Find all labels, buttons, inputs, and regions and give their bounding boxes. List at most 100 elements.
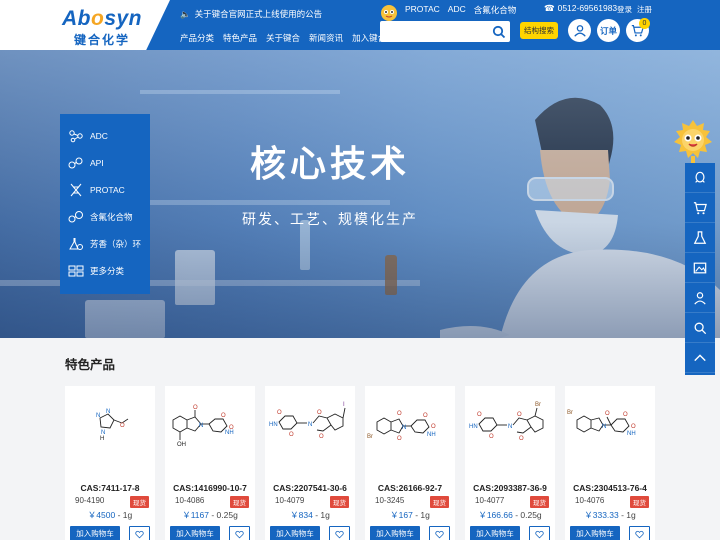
side-cart-button[interactable] — [685, 193, 715, 223]
svg-text:N: N — [106, 409, 110, 415]
favorite-button[interactable] — [429, 526, 450, 540]
svg-text:N: N — [199, 423, 203, 429]
product-card[interactable]: HN O O N O O Br CAS:2093387-36-9 10-4077… — [465, 386, 555, 540]
product-price: ￥1167 - 0.25g — [182, 510, 238, 520]
chevron-up-icon — [694, 353, 706, 361]
user-network-icon — [573, 24, 586, 37]
add-to-cart-button[interactable]: 加入购物车 — [70, 526, 120, 540]
featured-section-title: 特色产品 — [65, 358, 116, 372]
favorite-button[interactable] — [129, 526, 150, 540]
product-price: ￥166.66 - 0.25g — [478, 510, 542, 520]
product-cas: CAS:26166-92-7 — [377, 483, 443, 493]
add-to-cart-button[interactable]: 加入购物车 — [470, 526, 520, 540]
favorite-button[interactable] — [629, 526, 650, 540]
product-card[interactable]: O N OH NH O O CAS:1416990-10-7 10-4086 现… — [165, 386, 255, 540]
logo-wordmark: Abosyn — [62, 7, 143, 30]
product-code: 90-4190 — [75, 496, 105, 505]
category-item-aromatic[interactable]: 芳香（杂）环 — [60, 230, 150, 257]
add-to-cart-button[interactable]: 加入购物车 — [370, 526, 420, 540]
structure-image: N N N H O — [96, 409, 129, 442]
cart-icon — [693, 201, 707, 214]
structure-image: Br N O O NH O — [567, 410, 636, 437]
announcement[interactable]: 🔈 关于键合官网正式上线使用的公告 — [180, 8, 322, 20]
product-cas: CAS:2207541-30-6 — [273, 483, 347, 493]
cart-count-badge: 0 — [639, 18, 650, 29]
product-card[interactable]: Br N O O NH O CAS:2304513-76-4 10-4076 现… — [565, 386, 655, 540]
svg-text:Br: Br — [367, 434, 373, 440]
side-user-button[interactable] — [685, 283, 715, 313]
product-card[interactable]: HN O O N O O I CAS:2207541-30-6 10-4079 … — [265, 386, 355, 540]
structure-image: HN O O N O O Br — [469, 402, 544, 442]
svg-text:O: O — [489, 434, 494, 440]
stock-badge: 现货 — [230, 496, 249, 508]
product-card[interactable]: N N N H O CAS:7411-17-8 90-4190 现货 ￥4500… — [65, 386, 155, 540]
quick-link-fluorine[interactable]: 含氟化合物 — [474, 4, 517, 16]
qq-icon — [695, 171, 705, 183]
add-to-cart-button[interactable]: 加入购物车 — [570, 526, 620, 540]
svg-text:NH: NH — [627, 431, 636, 437]
add-to-cart-button[interactable]: 加入购物车 — [170, 526, 220, 540]
svg-text:O: O — [289, 432, 294, 438]
favorite-button[interactable] — [229, 526, 250, 540]
product-cas: CAS:2304513-76-4 — [573, 483, 647, 493]
product-cas: CAS:7411-17-8 — [80, 483, 140, 493]
heart-icon — [535, 530, 544, 538]
side-flask-button[interactable] — [685, 223, 715, 253]
svg-text:O: O — [477, 412, 482, 418]
phone-icon: ☎ — [544, 3, 555, 13]
nav-item-about[interactable]: 关于键合 — [266, 32, 300, 44]
product-price: ￥834 - 1g — [290, 510, 330, 520]
nav-item-categories[interactable]: 产品分类 — [180, 32, 214, 44]
search-icon[interactable] — [492, 25, 506, 39]
nav-item-featured[interactable]: 特色产品 — [223, 32, 257, 44]
favorite-button[interactable] — [329, 526, 350, 540]
molecule-icon — [68, 210, 83, 222]
svg-text:I: I — [343, 402, 345, 408]
quick-links: PROTAC ADC 含氟化合物 — [405, 4, 516, 16]
site-header: Abosyn 键合化学 🔈 关于键合官网正式上线使用的公告 产品分类 特色产品 关… — [0, 0, 720, 50]
svg-text:O: O — [397, 411, 402, 417]
user-icon — [694, 291, 706, 305]
logo[interactable]: Abosyn 键合化学 — [0, 0, 170, 50]
add-to-cart-button[interactable]: 加入购物车 — [270, 526, 320, 540]
hero-subtitle: 研发、工艺、规模化生产 — [242, 211, 418, 227]
heart-icon — [335, 530, 344, 538]
register-link[interactable]: 注册 — [637, 4, 652, 15]
category-item-more[interactable]: 更多分类 — [60, 257, 150, 284]
svg-text:N: N — [508, 424, 512, 430]
category-menu: ADC API PROTAC 含氟化合物 芳香（杂）环 更多分类 — [60, 114, 150, 294]
svg-text:O: O — [631, 424, 636, 430]
structure-image: O N OH NH O O — [172, 405, 234, 448]
dna-icon — [70, 183, 82, 196]
svg-text:N: N — [402, 425, 406, 431]
auth-links: 登录 注册 — [617, 4, 652, 15]
side-search-button[interactable] — [685, 313, 715, 343]
svg-text:O: O — [120, 423, 125, 429]
user-center-button[interactable] — [568, 19, 591, 42]
logo-chinese-name: 键合化学 — [74, 33, 131, 47]
svg-text:N: N — [308, 422, 312, 428]
login-link[interactable]: 登录 — [617, 4, 632, 15]
product-card[interactable]: Br O O N O NH O CAS:26166-92-7 10-3245 现… — [365, 386, 455, 540]
quick-link-adc[interactable]: ADC — [448, 4, 466, 16]
back-to-top-button[interactable] — [685, 343, 715, 373]
mascot-icon — [381, 5, 397, 21]
nav-item-news[interactable]: 新闻资讯 — [309, 32, 343, 44]
category-item-protac[interactable]: PROTAC — [60, 176, 150, 203]
svg-text:HN: HN — [269, 422, 278, 428]
category-item-fluorine[interactable]: 含氟化合物 — [60, 203, 150, 230]
quick-link-protac[interactable]: PROTAC — [405, 4, 440, 16]
product-cas: CAS:2093387-36-9 — [473, 483, 547, 493]
structure-search-button[interactable]: 结构搜索 — [520, 22, 558, 39]
category-item-adc[interactable]: ADC — [60, 122, 150, 149]
favorite-button[interactable] — [529, 526, 550, 540]
stock-badge: 现货 — [330, 496, 349, 508]
product-code: 10-4076 — [575, 496, 605, 505]
search-input[interactable] — [380, 21, 488, 42]
heart-icon — [635, 530, 644, 538]
category-item-api[interactable]: API — [60, 149, 150, 176]
side-qq-button[interactable] — [685, 163, 715, 193]
product-code: 10-4077 — [475, 496, 505, 505]
side-image-button[interactable] — [685, 253, 715, 283]
order-button[interactable]: 订单 — [597, 19, 620, 42]
